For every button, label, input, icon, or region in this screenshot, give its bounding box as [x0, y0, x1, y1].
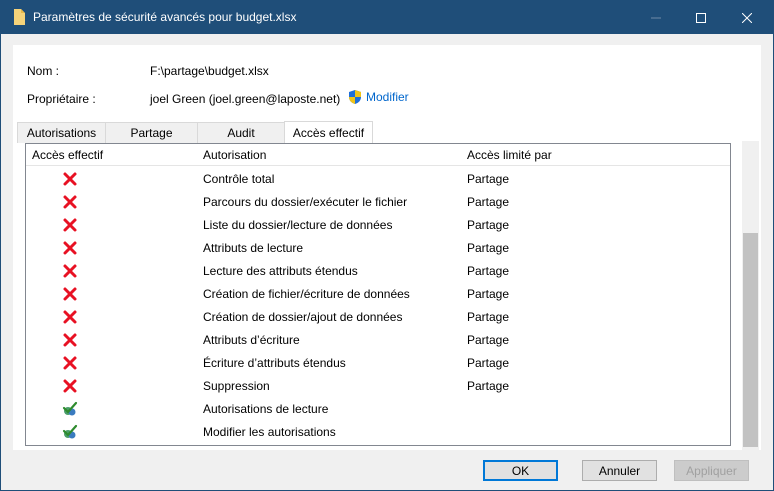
- allow-check-icon: [62, 401, 78, 417]
- limited-by-cell: Partage: [467, 333, 510, 347]
- deny-x-icon: [62, 171, 78, 187]
- maximize-icon: [696, 12, 706, 23]
- list-item[interactable]: Attributs de lecture Partage: [26, 237, 730, 260]
- list-item[interactable]: Modifier les autorisations: [26, 421, 730, 444]
- list-item[interactable]: Suppression Partage: [26, 375, 730, 398]
- permission-cell: Suppression: [203, 379, 270, 393]
- permission-cell: Attributs de lecture: [203, 241, 304, 255]
- list-item[interactable]: Liste du dossier/lecture de données Parta…: [26, 214, 730, 237]
- modify-owner-link[interactable]: Modifier: [347, 89, 409, 105]
- title-bar[interactable]: Paramètres de sécurité avancés pour budg…: [1, 1, 773, 34]
- maximize-button[interactable]: [678, 1, 724, 34]
- deny-x-icon: [62, 332, 78, 348]
- deny-x-icon: [62, 194, 78, 210]
- security-dialog: Paramètres de sécurité avancés pour budg…: [0, 0, 774, 491]
- list-header: Accès effectif Autorisation Accès limité…: [26, 144, 730, 166]
- tab-bar: Autorisations Partage Audit Accès effect…: [17, 121, 373, 143]
- effective-access-list[interactable]: Accès effectif Autorisation Accès limité…: [25, 143, 731, 446]
- permission-cell: Lecture des attributs étendus: [203, 264, 358, 278]
- list-item[interactable]: Attributs d’écriture Partage: [26, 329, 730, 352]
- deny-x-icon: [62, 378, 78, 394]
- column-limited-by[interactable]: Accès limité par: [467, 148, 552, 162]
- scrollbar-thumb[interactable]: [743, 233, 758, 447]
- close-icon: [742, 12, 752, 23]
- limited-by-cell: Partage: [467, 287, 510, 301]
- permission-cell: Écriture d’attributs étendus: [203, 356, 346, 370]
- permission-cell: Modifier les autorisations: [203, 425, 336, 439]
- permission-cell: Création de fichier/écriture de données: [203, 287, 410, 301]
- tab-autorisations[interactable]: Autorisations: [17, 122, 106, 143]
- file-icon: [14, 9, 25, 25]
- limited-by-cell: Partage: [467, 356, 510, 370]
- list-item[interactable]: Parcours du dossier/exécuter le fichier P…: [26, 191, 730, 214]
- permission-cell: Liste du dossier/lecture de données: [203, 218, 393, 232]
- deny-x-icon: [62, 217, 78, 233]
- name-value: F:\partage\budget.xlsx: [150, 64, 269, 78]
- list-item[interactable]: Autorisations de lecture: [26, 398, 730, 421]
- uac-shield-icon: [349, 90, 361, 104]
- minimize-button[interactable]: [633, 1, 679, 34]
- permission-cell: Création de dossier/ajout de données: [203, 310, 403, 324]
- limited-by-cell: Partage: [467, 172, 510, 186]
- window-title: Paramètres de sécurité avancés pour budg…: [33, 10, 297, 24]
- ok-button[interactable]: OK: [483, 460, 558, 481]
- tab-acces-effectif[interactable]: Accès effectif: [284, 121, 373, 143]
- column-effective-access[interactable]: Accès effectif: [32, 148, 103, 162]
- limited-by-cell: Partage: [467, 241, 510, 255]
- deny-x-icon: [62, 263, 78, 279]
- limited-by-cell: Partage: [467, 218, 510, 232]
- limited-by-cell: Partage: [467, 379, 510, 393]
- list-item[interactable]: Écriture d’attributs étendus Partage: [26, 352, 730, 375]
- permission-cell: Parcours du dossier/exécuter le fichier: [203, 195, 408, 209]
- deny-x-icon: [62, 355, 78, 371]
- name-label: Nom :: [27, 64, 60, 78]
- permission-cell: Attributs d’écriture: [203, 333, 300, 347]
- apply-button[interactable]: Appliquer: [674, 460, 749, 481]
- vertical-scrollbar[interactable]: [742, 141, 759, 450]
- owner-value: joel Green (joel.green@laposte.net): [150, 92, 341, 106]
- allow-check-icon: [62, 424, 78, 440]
- minimize-icon: [651, 17, 661, 18]
- close-button[interactable]: [724, 1, 770, 34]
- cancel-button[interactable]: Annuler: [582, 460, 657, 481]
- dialog-content: Nom : F:\partage\budget.xlsx Propriétair…: [13, 45, 761, 450]
- permission-cell: Autorisations de lecture: [203, 402, 329, 416]
- limited-by-cell: Partage: [467, 195, 510, 209]
- list-item[interactable]: Création de dossier/ajout de données Part…: [26, 306, 730, 329]
- deny-x-icon: [62, 286, 78, 302]
- deny-x-icon: [62, 240, 78, 256]
- deny-x-icon: [62, 309, 78, 325]
- permission-cell: Contrôle total: [203, 172, 275, 186]
- limited-by-cell: Partage: [467, 310, 510, 324]
- column-permission[interactable]: Autorisation: [203, 148, 266, 162]
- modify-label: Modifier: [366, 90, 409, 104]
- tab-partage[interactable]: Partage: [105, 122, 198, 143]
- list-item[interactable]: Contrôle total Partage: [26, 168, 730, 191]
- tab-audit[interactable]: Audit: [197, 122, 285, 143]
- list-item[interactable]: Création de fichier/écriture de données P…: [26, 283, 730, 306]
- limited-by-cell: Partage: [467, 264, 510, 278]
- list-item[interactable]: Lecture des attributs étendus Partage: [26, 260, 730, 283]
- owner-label: Propriétaire :: [27, 92, 96, 106]
